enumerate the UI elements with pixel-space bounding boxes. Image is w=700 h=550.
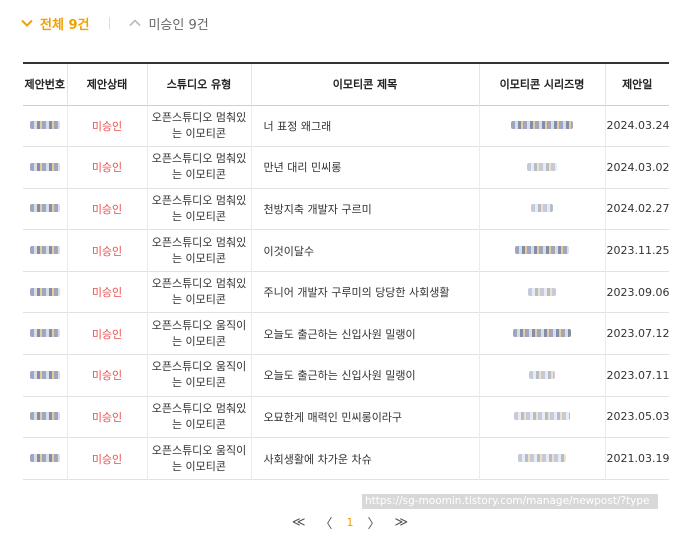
- studio-type-cell: 오픈스튜디오 멈춰있는 이모티콘: [146, 271, 251, 313]
- series-name-redacted: [478, 312, 605, 355]
- header-series-name: 이모티콘 시리즈명: [478, 63, 605, 105]
- date-cell: 2023.07.12: [604, 312, 669, 355]
- current-page-number[interactable]: 1: [347, 516, 354, 529]
- emoticon-title-cell[interactable]: 오늘도 출근하는 신입사원 밀랭이: [250, 312, 479, 355]
- proposal-number-redacted: [23, 355, 67, 397]
- table-row[interactable]: 미승인 오픈스튜디오 멈춰있는 이모티콘 너 표정 왜그래 2024.03.24: [23, 105, 669, 147]
- date-cell: 2024.03.24: [604, 105, 669, 147]
- series-name-redacted: [478, 437, 605, 480]
- pagination: ≪ 〈 1 〉 ≫: [0, 513, 700, 532]
- studio-type-cell: 오픈스튜디오 멈춰있는 이모티콘: [146, 105, 251, 147]
- proposal-number-redacted: [23, 271, 67, 313]
- last-page-button[interactable]: ≫: [395, 515, 409, 530]
- status-url-overlay: https://sg-moomin.tistory.com/manage/new…: [362, 494, 658, 509]
- chevron-up-icon: [129, 19, 142, 27]
- date-cell: 2024.03.02: [604, 146, 669, 189]
- header-proposal-number: 제안번호: [24, 78, 65, 92]
- prev-page-button[interactable]: 〈: [319, 513, 332, 532]
- series-name-redacted: [478, 146, 605, 189]
- status-cell: 미승인: [66, 229, 147, 272]
- studio-type-cell: 오픈스튜디오 움직이는 이모티콘: [146, 354, 251, 397]
- date-cell: 2023.09.06: [604, 271, 669, 313]
- proposal-table: 제안번호 제안상태 스튜디오 유형 이모티콘 제목 이모티콘 시리즈명 제안일 …: [23, 62, 669, 480]
- proposal-number-redacted: [23, 396, 67, 438]
- table-row[interactable]: 미승인 오픈스튜디오 멈춰있는 이모티콘 천방지축 개발자 구르미 2024.0…: [23, 188, 669, 230]
- table-row[interactable]: 미승인 오픈스튜디오 움직이는 이모티콘 오늘도 출근하는 신입사원 밀랭이 2…: [23, 354, 669, 397]
- status-cell: 미승인: [66, 188, 147, 230]
- status-cell: 미승인: [66, 312, 147, 355]
- emoticon-title-cell[interactable]: 오묘한게 매력인 민씨롱이라구: [250, 396, 479, 438]
- date-cell: 2023.07.11: [604, 354, 669, 397]
- studio-type-cell: 오픈스튜디오 멈춰있는 이모티콘: [146, 146, 251, 189]
- emoticon-title-cell[interactable]: 주니어 개발자 구루미의 당당한 사회생활: [250, 271, 479, 313]
- proposal-number-redacted: [23, 313, 67, 355]
- studio-type-cell: 오픈스튜디오 움직이는 이모티콘: [146, 312, 251, 355]
- table-header-row: 제안번호 제안상태 스튜디오 유형 이모티콘 제목 이모티콘 시리즈명 제안일: [23, 63, 669, 105]
- header-emoticon-title: 이모티콘 제목: [250, 63, 479, 105]
- status-cell: 미승인: [66, 271, 147, 313]
- status-cell: 미승인: [66, 146, 147, 189]
- studio-type-cell: 오픈스튜디오 멈춰있는 이모티콘: [146, 396, 251, 438]
- chevron-down-icon: [21, 19, 33, 27]
- next-page-button[interactable]: 〉: [368, 513, 381, 532]
- series-name-redacted: [478, 396, 605, 438]
- first-page-button[interactable]: ≪: [292, 515, 306, 530]
- proposal-number-redacted: [23, 230, 67, 272]
- table-row[interactable]: 미승인 오픈스튜디오 멈춰있는 이모티콘 이것이달수 2023.11.25: [23, 229, 669, 272]
- emoticon-title-cell[interactable]: 너 표정 왜그래: [250, 105, 479, 147]
- series-name-redacted: [478, 354, 605, 397]
- date-cell: 2021.03.19: [604, 437, 669, 480]
- emoticon-title-cell[interactable]: 사회생활에 차가운 차슈: [250, 437, 479, 480]
- emoticon-title-cell[interactable]: 만년 대리 민씨롱: [250, 146, 479, 189]
- table-row[interactable]: 미승인 오픈스튜디오 움직이는 이모티콘 오늘도 출근하는 신입사원 밀랭이 2…: [23, 312, 669, 355]
- table-row[interactable]: 미승인 오픈스튜디오 움직이는 이모티콘 사회생활에 차가운 차슈 2021.0…: [23, 437, 669, 480]
- table-row[interactable]: 미승인 오픈스튜디오 멈춰있는 이모티콘 오묘한게 매력인 민씨롱이라구 202…: [23, 396, 669, 438]
- emoticon-title-cell[interactable]: 이것이달수: [250, 229, 479, 272]
- date-cell: 2024.02.27: [604, 188, 669, 230]
- date-cell: 2023.11.25: [604, 229, 669, 272]
- filter-pending-label: 미승인 9건: [148, 17, 209, 33]
- table-row[interactable]: 미승인 오픈스튜디오 멈춰있는 이모티콘 주니어 개발자 구루미의 당당한 사회…: [23, 271, 669, 313]
- header-proposal-date: 제안일: [604, 63, 669, 105]
- studio-type-cell: 오픈스튜디오 멈춰있는 이모티콘: [146, 229, 251, 272]
- status-cell: 미승인: [66, 105, 147, 147]
- filter-divider: [109, 17, 111, 29]
- series-name-redacted: [478, 229, 605, 272]
- table-row[interactable]: 미승인 오픈스튜디오 멈춰있는 이모티콘 만년 대리 민씨롱 2024.03.0…: [23, 146, 669, 189]
- status-cell: 미승인: [66, 437, 147, 480]
- series-name-redacted: [478, 271, 605, 313]
- date-cell: 2023.05.03: [604, 396, 669, 438]
- proposal-number-redacted: [23, 438, 67, 480]
- emoticon-title-cell[interactable]: 천방지축 개발자 구르미: [250, 188, 479, 230]
- filter-all-label: 전체 9건: [40, 17, 90, 33]
- filter-pending-tab[interactable]: 미승인 9건: [128, 14, 209, 33]
- proposal-number-redacted: [23, 147, 67, 189]
- studio-type-cell: 오픈스튜디오 움직이는 이모티콘: [146, 437, 251, 480]
- series-name-redacted: [478, 105, 605, 147]
- status-cell: 미승인: [66, 396, 147, 438]
- proposal-number-redacted: [23, 188, 67, 230]
- series-name-redacted: [478, 188, 605, 230]
- proposal-number-redacted: [23, 105, 67, 147]
- filter-all-tab[interactable]: 전체 9건: [20, 14, 89, 33]
- filter-tabs: 전체 9건 미승인 9건: [20, 12, 209, 34]
- emoticon-title-cell[interactable]: 오늘도 출근하는 신입사원 밀랭이: [250, 354, 479, 397]
- header-studio-type: 스튜디오 유형: [146, 63, 251, 105]
- status-cell: 미승인: [66, 354, 147, 397]
- studio-type-cell: 오픈스튜디오 멈춰있는 이모티콘: [146, 188, 251, 230]
- header-proposal-status: 제안상태: [66, 63, 147, 105]
